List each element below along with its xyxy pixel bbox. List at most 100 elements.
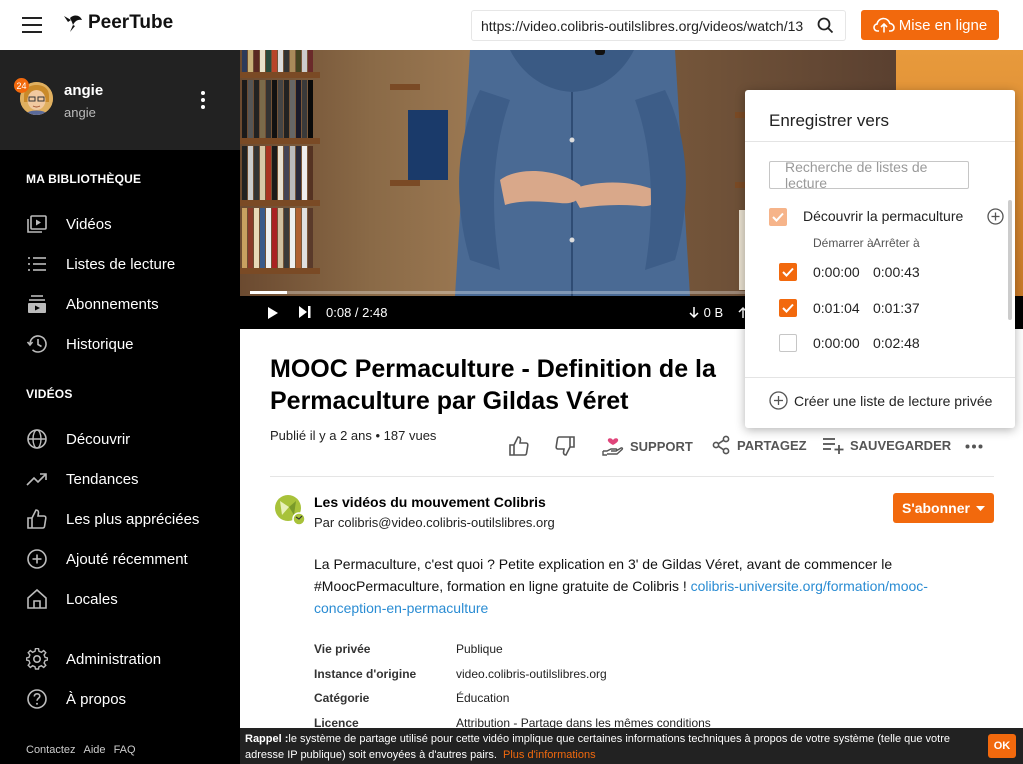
channel-avatar[interactable] <box>274 493 306 525</box>
meta-value[interactable]: Éducation <box>456 691 509 705</box>
meta-value[interactable]: video.colibris-outilslibres.org <box>456 667 607 681</box>
plus-circle-icon <box>26 548 48 570</box>
sidebar: 24 angie angie MA BIBLIOTHÈQUE Vidéos Li… <box>0 50 240 764</box>
sidebar-item-subscriptions[interactable]: Abonnements <box>26 292 159 316</box>
sidebar-item-label: Ajouté récemment <box>66 550 188 568</box>
sidebar-item-administration[interactable]: Administration <box>26 647 161 671</box>
globe-icon <box>26 428 48 450</box>
sidebar-item-about[interactable]: À propos <box>26 687 126 711</box>
sidebar-item-discover[interactable]: Découvrir <box>26 427 130 451</box>
meta-key: Catégorie <box>314 691 370 705</box>
time-display: 0:08 / 2:48 <box>326 305 388 320</box>
search-icon[interactable] <box>817 17 834 34</box>
video-title: MOOC Permaculture - Definition de la Per… <box>270 355 716 415</box>
sidebar-item-local[interactable]: Locales <box>26 587 118 611</box>
share-button[interactable]: PARTAGEZ <box>711 435 807 455</box>
dislike-button[interactable] <box>554 435 576 457</box>
subscriptions-icon <box>26 293 48 315</box>
sidebar-item-label: À propos <box>66 690 127 708</box>
support-button[interactable]: SUPPORT <box>602 435 693 457</box>
sidebar-item-label: Listes de lecture <box>66 255 176 273</box>
thumbs-up-icon <box>509 436 529 456</box>
user-block: 24 angie angie <box>0 50 240 150</box>
bookshelf <box>240 138 320 144</box>
publish-info: Publié il y a 2 ans • 187 vues <box>270 428 437 443</box>
save-button[interactable]: SAUVEGARDER <box>822 435 951 455</box>
video-description: La Permaculture, c'est quoi ? Petite exp… <box>314 553 974 619</box>
footer-link-faq[interactable]: FAQ <box>114 744 136 756</box>
history-icon <box>26 333 48 355</box>
subscribe-label: S'abonner <box>902 500 970 516</box>
notice-more-link[interactable]: Plus d'informations <box>503 749 596 761</box>
create-playlist-label: Créer une liste de lecture privée <box>794 392 993 409</box>
divider <box>270 476 994 477</box>
p2p-notice-banner: Rappel :le système de partage utilisé po… <box>240 728 1023 764</box>
books <box>242 80 313 138</box>
notice-label: Rappel : <box>245 733 289 745</box>
sidebar-item-recently-added[interactable]: Ajouté récemment <box>26 547 188 571</box>
timestamp-start: 0:00:00 <box>813 335 860 351</box>
more-vertical-icon[interactable] <box>201 91 207 112</box>
timestamp-stop: 0:01:37 <box>873 300 920 316</box>
menu-icon[interactable] <box>22 17 42 33</box>
playlist-add-icon <box>823 438 844 454</box>
footer-link-help[interactable]: Aide <box>84 744 106 756</box>
next-icon[interactable] <box>298 305 312 319</box>
like-button[interactable] <box>508 435 530 457</box>
check-icon <box>772 212 784 222</box>
save-label: SAUVEGARDER <box>850 437 952 453</box>
timestamp-checkbox[interactable] <box>779 263 797 281</box>
logo[interactable]: PeerTube <box>62 12 173 34</box>
presenter-figure <box>455 50 690 296</box>
upload-button[interactable]: Mise en ligne <box>861 10 999 40</box>
books <box>242 50 313 72</box>
save-to-playlist-dropdown: Enregistrer vers Recherche de listes de … <box>745 90 1015 428</box>
sidebar-item-videos[interactable]: Vidéos <box>26 212 112 236</box>
column-stop-header: Arrêter à <box>873 236 920 250</box>
playlist-name[interactable]: Découvrir la permaculture <box>803 208 963 224</box>
books <box>242 208 313 268</box>
more-horizontal-icon[interactable] <box>965 444 983 449</box>
notification-badge[interactable]: 24 <box>14 78 29 93</box>
books <box>242 146 313 200</box>
video-library-icon <box>26 213 48 235</box>
sidebar-item-label: Vidéos <box>66 215 112 233</box>
footer-link-contact[interactable]: Contactez <box>26 744 76 756</box>
play-icon[interactable] <box>267 306 279 320</box>
sidebar-item-label: Locales <box>66 590 118 608</box>
timestamp-stop: 0:02:48 <box>873 335 920 351</box>
share-icon <box>712 435 730 455</box>
playlist-checkbox[interactable] <box>769 208 787 226</box>
timestamp-checkbox[interactable] <box>779 299 797 317</box>
search-input[interactable] <box>481 17 803 34</box>
playlist-search-input[interactable]: Recherche de listes de lecture <box>769 159 969 191</box>
subscribe-button[interactable]: S'abonner <box>893 493 994 523</box>
timestamp-checkbox[interactable] <box>779 334 797 352</box>
sidebar-item-playlists[interactable]: Listes de lecture <box>26 252 175 276</box>
create-playlist-button[interactable]: Créer une liste de lecture privée <box>769 391 992 410</box>
divider <box>745 377 1015 378</box>
help-circle-icon <box>26 688 48 710</box>
bookshelf <box>240 72 320 78</box>
notice-ok-button[interactable]: OK <box>988 734 1016 758</box>
cloud-upload-icon <box>872 17 895 33</box>
top-bar: PeerTube Mise en ligne <box>0 0 1023 50</box>
meta-value: Publique <box>456 642 503 656</box>
sidebar-footer: Contactez Aide FAQ <box>26 744 136 756</box>
download-value: 0 B <box>703 305 724 320</box>
timestamp-start: 0:00:00 <box>813 264 860 280</box>
check-icon <box>782 303 794 313</box>
notice-text: le système de partage utilisé pour cette… <box>245 733 950 761</box>
channel-account[interactable]: Par colibris@video.colibris-outilslibres… <box>314 515 555 530</box>
meta-key: Instance d'origine <box>314 667 417 681</box>
dropdown-scrollbar[interactable] <box>1008 200 1012 320</box>
sidebar-item-history[interactable]: Historique <box>26 332 134 356</box>
sidebar-item-trending[interactable]: Tendances <box>26 467 139 491</box>
check-icon <box>782 267 794 277</box>
channel-name[interactable]: Les vidéos du mouvement Colibris <box>314 494 546 510</box>
user-name[interactable]: angie <box>64 82 103 99</box>
sidebar-item-label: Historique <box>66 335 134 353</box>
add-timestamp-icon[interactable] <box>987 208 1004 225</box>
user-handle: angie <box>64 105 96 120</box>
sidebar-item-most-liked[interactable]: Les plus appréciées <box>26 507 199 531</box>
